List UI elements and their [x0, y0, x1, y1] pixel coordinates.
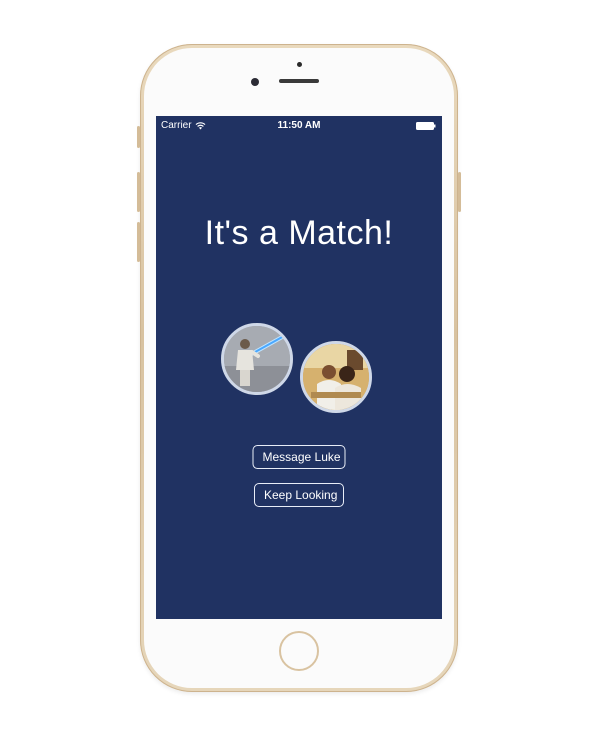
stage: Carrier 11:50 AM It's a Match! Message L… — [0, 0, 602, 739]
message-luke-button[interactable]: Message Luke — [252, 445, 346, 469]
lightsaber-photo-icon — [224, 326, 290, 392]
battery-icon — [416, 122, 436, 130]
status-time: 11:50 AM — [277, 120, 321, 131]
home-button[interactable] — [279, 631, 319, 671]
earpiece-speaker — [279, 79, 319, 83]
current-user-avatar — [300, 341, 372, 413]
phone-screen: Carrier 11:50 AM It's a Match! Message L… — [156, 116, 442, 619]
power-button — [458, 172, 461, 212]
proximity-sensor — [297, 62, 302, 67]
volume-up-button — [137, 172, 140, 212]
status-bar: Carrier 11:50 AM — [156, 116, 442, 136]
keep-looking-button[interactable]: Keep Looking — [254, 483, 344, 507]
front-camera-icon — [251, 78, 259, 86]
page-title: It's a Match! — [204, 214, 394, 252]
people-photo-icon — [303, 344, 369, 410]
matched-user-avatar — [221, 323, 293, 395]
silent-switch — [137, 126, 140, 148]
volume-down-button — [137, 222, 140, 262]
